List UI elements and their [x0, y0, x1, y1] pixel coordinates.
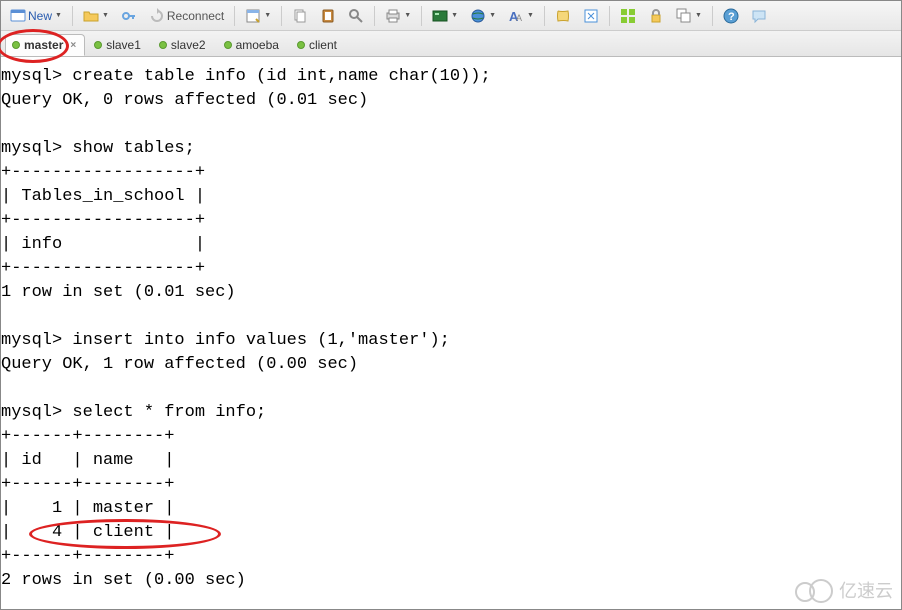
properties-button[interactable]: ▼ — [240, 5, 276, 27]
color-scheme-icon — [432, 8, 448, 24]
print-icon — [385, 8, 401, 24]
help-icon: ? — [723, 8, 739, 24]
chevron-down-icon: ▼ — [451, 12, 458, 19]
separator — [544, 6, 545, 26]
globe-icon — [470, 8, 486, 24]
chevron-down-icon: ▼ — [264, 12, 271, 19]
cascade-icon — [676, 8, 692, 24]
status-dot-icon — [94, 41, 102, 49]
tab-label: master — [24, 38, 63, 52]
new-session-button[interactable]: New ▼ — [5, 5, 67, 27]
key-icon — [121, 8, 137, 24]
folder-open-icon — [83, 8, 99, 24]
print-button[interactable]: ▼ — [380, 5, 416, 27]
status-dot-icon — [297, 41, 305, 49]
svg-text:A: A — [516, 13, 522, 23]
chevron-down-icon: ▼ — [404, 12, 411, 19]
chat-button[interactable] — [746, 5, 772, 27]
copy-button[interactable] — [287, 5, 313, 27]
script-button[interactable] — [550, 5, 576, 27]
new-label: New — [28, 9, 52, 23]
separator — [234, 6, 235, 26]
separator — [281, 6, 282, 26]
cascade-button[interactable]: ▼ — [671, 5, 707, 27]
chevron-down-icon: ▼ — [695, 12, 702, 19]
separator — [712, 6, 713, 26]
reconnect-icon — [149, 8, 165, 24]
tile-icon — [620, 8, 636, 24]
watermark-text: 亿速云 — [839, 577, 893, 603]
properties-icon — [245, 8, 261, 24]
key-button[interactable] — [116, 5, 142, 27]
tab-client[interactable]: client — [290, 34, 346, 56]
tab-slave2[interactable]: slave2 — [152, 34, 215, 56]
paste-icon — [320, 8, 336, 24]
open-button[interactable]: ▼ — [78, 5, 114, 27]
tab-master[interactable]: master × — [5, 34, 85, 56]
separator — [72, 6, 73, 26]
copy-icon — [292, 8, 308, 24]
close-icon[interactable]: × — [70, 40, 76, 51]
separator — [374, 6, 375, 26]
tab-label: slave2 — [171, 38, 206, 52]
help-button[interactable]: ? — [718, 5, 744, 27]
reconnect-button[interactable]: Reconnect — [144, 5, 229, 27]
status-dot-icon — [12, 41, 20, 49]
lock-icon — [648, 8, 664, 24]
separator — [421, 6, 422, 26]
separator — [609, 6, 610, 26]
chat-icon — [751, 8, 767, 24]
tools-icon — [583, 8, 599, 24]
tile-button[interactable] — [615, 5, 641, 27]
tab-amoeba[interactable]: amoeba — [217, 34, 288, 56]
tab-label: amoeba — [236, 38, 279, 52]
font-icon: AA — [508, 8, 524, 24]
watermark: 亿速云 — [795, 577, 893, 603]
reconnect-label: Reconnect — [167, 9, 224, 23]
search-button[interactable] — [343, 5, 369, 27]
search-icon — [348, 8, 364, 24]
tab-label: slave1 — [106, 38, 141, 52]
svg-text:?: ? — [728, 11, 735, 23]
chevron-down-icon: ▼ — [489, 12, 496, 19]
watermark-logo-icon — [795, 579, 833, 601]
tools-button[interactable] — [578, 5, 604, 27]
color-button[interactable]: ▼ — [427, 5, 463, 27]
paste-button[interactable] — [315, 5, 341, 27]
chevron-down-icon: ▼ — [527, 12, 534, 19]
tab-slave1[interactable]: slave1 — [87, 34, 150, 56]
script-icon — [555, 8, 571, 24]
tab-label: client — [309, 38, 337, 52]
status-dot-icon — [224, 41, 232, 49]
terminal-output[interactable]: mysql> create table info (id int,name ch… — [1, 57, 901, 593]
terminal-icon — [10, 8, 26, 24]
chevron-down-icon: ▼ — [102, 12, 109, 19]
chevron-down-icon: ▼ — [55, 12, 62, 19]
status-dot-icon — [159, 41, 167, 49]
main-toolbar: New ▼ ▼ Reconnect ▼ — [1, 1, 901, 31]
lock-button[interactable] — [643, 5, 669, 27]
font-button[interactable]: AA ▼ — [503, 5, 539, 27]
globe-button[interactable]: ▼ — [465, 5, 501, 27]
session-tabbar: master × slave1 slave2 amoeba client — [1, 31, 901, 57]
